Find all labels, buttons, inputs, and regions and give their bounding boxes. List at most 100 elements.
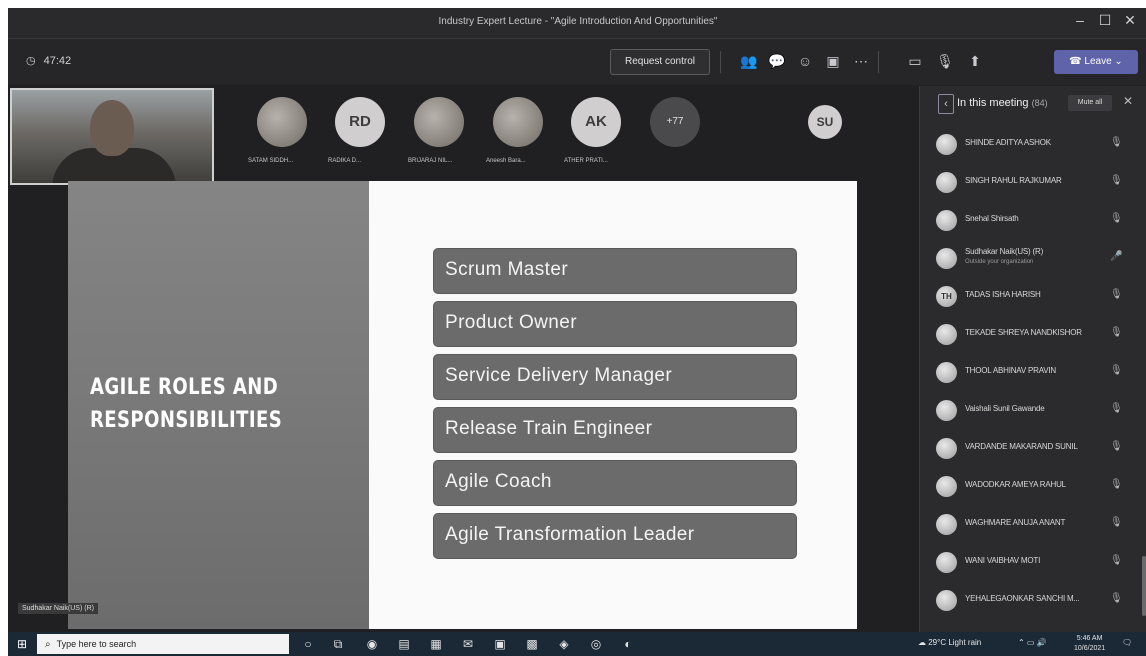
participant-row[interactable]: TEKADE SHREYA NANDKISHOR 🎙 (920, 316, 1146, 354)
participant-avatar (936, 514, 957, 535)
participant-row[interactable]: Vaishali Sunil Gawande 🎙 (920, 392, 1146, 430)
search-icon: ⌕ (45, 639, 51, 650)
task-view-icon[interactable]: ⧉ (328, 636, 348, 652)
participant-row[interactable]: VARDANDE MAKARAND SUNIL 🎙 (920, 430, 1146, 468)
participant-name: Snehal Shirsath (965, 214, 1019, 223)
slide-title: AGILE ROLES AND RESPONSIBILITIES (90, 371, 303, 437)
notifications-icon[interactable]: 🗨 (1122, 638, 1132, 647)
photos-icon[interactable]: ▣ (490, 636, 510, 652)
mic-off-icon[interactable]: 🎙 (934, 53, 956, 70)
rooms-icon[interactable]: ▣ (822, 53, 844, 70)
panel-header: ‹ In this meeting (84) Mute all ✕ (920, 86, 1146, 122)
mic-muted-icon: 🎙 (1110, 517, 1123, 528)
mic-muted-icon: 🎙 (1110, 479, 1123, 490)
mail-icon[interactable]: ✉ (458, 636, 478, 652)
participants-panel: ‹ In this meeting (84) Mute all ✕ SHINDE… (919, 86, 1146, 633)
store-icon[interactable]: ▦ (426, 636, 446, 652)
timer-value: 47:42 (43, 55, 72, 67)
participant-avatar (936, 134, 957, 155)
panel-title-text: In this meeting (957, 97, 1029, 109)
toolbar-divider (720, 51, 721, 73)
participant-row[interactable]: Sudhakar Naik(US) (R) Outside your organi… (920, 240, 1146, 278)
participant-avatar (936, 476, 957, 497)
participant-avatar[interactable] (493, 97, 543, 147)
close-icon[interactable]: ✕ (1118, 12, 1142, 29)
participant-row[interactable]: TH TADAS ISHA HARISH 🎙 (920, 278, 1146, 316)
participant-name: VARDANDE MAKARAND SUNIL (965, 442, 1078, 451)
meeting-timer: ◷ 47:42 (26, 54, 71, 67)
mic-muted-icon: 🎙 (1110, 555, 1123, 566)
more-actions-icon[interactable]: ⋯ (850, 53, 872, 70)
participant-avatar[interactable]: AK (571, 97, 621, 147)
participant-avatar[interactable]: RD (335, 97, 385, 147)
mute-all-button[interactable]: Mute all (1068, 95, 1112, 111)
file-explorer-icon[interactable]: ▤ (394, 636, 414, 652)
role-label: Release Train Engineer (445, 418, 653, 439)
app-icon[interactable]: ◐ (618, 636, 638, 652)
participant-avatar (936, 438, 957, 459)
windows-start-icon[interactable]: ⊞ (14, 636, 30, 652)
teams-icon[interactable]: ◈ (554, 636, 574, 652)
taskbar-clock[interactable]: 5:46 AM 10/6/2021 (1074, 634, 1105, 654)
role-box: Product Owner (433, 301, 797, 347)
participant-avatar (936, 552, 957, 573)
participant-row[interactable]: YEHALEGAONKAR SANCHI M... 🎙 (920, 582, 1146, 620)
participant-avatar[interactable] (257, 97, 307, 147)
cortana-icon[interactable]: ○ (298, 636, 318, 652)
participants-icon[interactable]: 👥 (738, 53, 760, 70)
participant-avatar (936, 172, 957, 193)
participant-name: ATHER PRATI... (564, 158, 608, 164)
video-person-head (90, 100, 134, 156)
self-avatar[interactable]: SU (808, 105, 842, 139)
participant-row[interactable]: THOOL ABHINAV PRAVIN 🎙 (920, 354, 1146, 392)
camera-off-icon[interactable]: ▭ (904, 53, 926, 70)
participant-name: Aneesh Bara... (486, 158, 526, 164)
panel-title: In this meeting (84) (957, 97, 1048, 109)
close-icon[interactable]: ✕ (1123, 94, 1133, 108)
participant-org-label: Outside your organization (965, 259, 1034, 265)
maximize-icon[interactable]: ☐ (1093, 12, 1117, 29)
participant-name: TADAS ISHA HARISH (965, 290, 1041, 299)
chat-icon[interactable]: 💬 (766, 53, 788, 70)
participant-row[interactable]: WADODKAR AMEYA RAHUL 🎙 (920, 468, 1146, 506)
participant-avatar (936, 324, 957, 345)
windows-taskbar: ⊞ ⌕ Type here to search ○ ⧉ ◉ ▤ ▦ ✉ ▣ ▩ ◈… (8, 632, 1146, 656)
mic-muted-icon: 🎙 (1110, 403, 1123, 414)
request-control-button[interactable]: Request control (610, 49, 710, 75)
panel-scrollbar[interactable] (1142, 556, 1146, 616)
participant-row[interactable]: WANI VAIBHAV MOTI 🎙 (920, 544, 1146, 582)
system-tray-icons[interactable]: ⌃ ▭ 🔊 (1018, 638, 1047, 647)
participant-avatar (936, 210, 957, 231)
share-icon[interactable]: ⬆ (964, 53, 986, 70)
slide-title-line: RESPONSIBILITIES (90, 408, 283, 433)
back-arrow-icon[interactable]: ‹ (938, 94, 954, 114)
participant-avatar (936, 400, 957, 421)
participant-avatar[interactable] (414, 97, 464, 147)
role-label: Service Delivery Manager (445, 365, 673, 386)
role-box: Agile Coach (433, 460, 797, 506)
taskbar-search-input[interactable]: ⌕ Type here to search (37, 634, 289, 654)
participant-avatar (936, 362, 957, 383)
reactions-icon[interactable]: ☺ (794, 53, 816, 69)
window-title: Industry Expert Lecture - "Agile Introdu… (438, 16, 718, 27)
participant-name: SHINDE ADITYA ASHOK (965, 138, 1051, 147)
participant-name: TEKADE SHREYA NANDKISHOR (965, 328, 1082, 337)
presenter-video[interactable] (10, 88, 214, 185)
role-label: Product Owner (445, 312, 577, 333)
minimize-icon[interactable]: – (1068, 12, 1092, 28)
mic-icon: 🎤 (1110, 251, 1123, 262)
chrome-icon[interactable]: ◎ (586, 636, 606, 652)
participant-row[interactable]: WAGHMARE ANUJA ANANT 🎙 (920, 506, 1146, 544)
participant-list: SHINDE ADITYA ASHOK 🎙 SINGH RAHUL RAJKUMA… (920, 126, 1146, 620)
participant-row[interactable]: SHINDE ADITYA ASHOK 🎙 (920, 126, 1146, 164)
app-icon[interactable]: ▩ (522, 636, 542, 652)
participant-row[interactable]: SINGH RAHUL RAJKUMAR 🎙 (920, 164, 1146, 202)
leave-button[interactable]: ☎ Leave ⌄ (1054, 50, 1138, 74)
participant-row[interactable]: Snehal Shirsath 🎙 (920, 202, 1146, 240)
clock-time: 5:46 AM (1076, 635, 1103, 642)
presenter-name-tag: Sudhakar Naik(US) (R) (18, 603, 98, 614)
more-participants-badge[interactable]: +77 (650, 97, 700, 147)
weather-widget[interactable]: ☁ 29°C Light rain (918, 638, 981, 647)
role-label: Agile Coach (445, 471, 552, 492)
edge-icon[interactable]: ◉ (362, 636, 382, 652)
